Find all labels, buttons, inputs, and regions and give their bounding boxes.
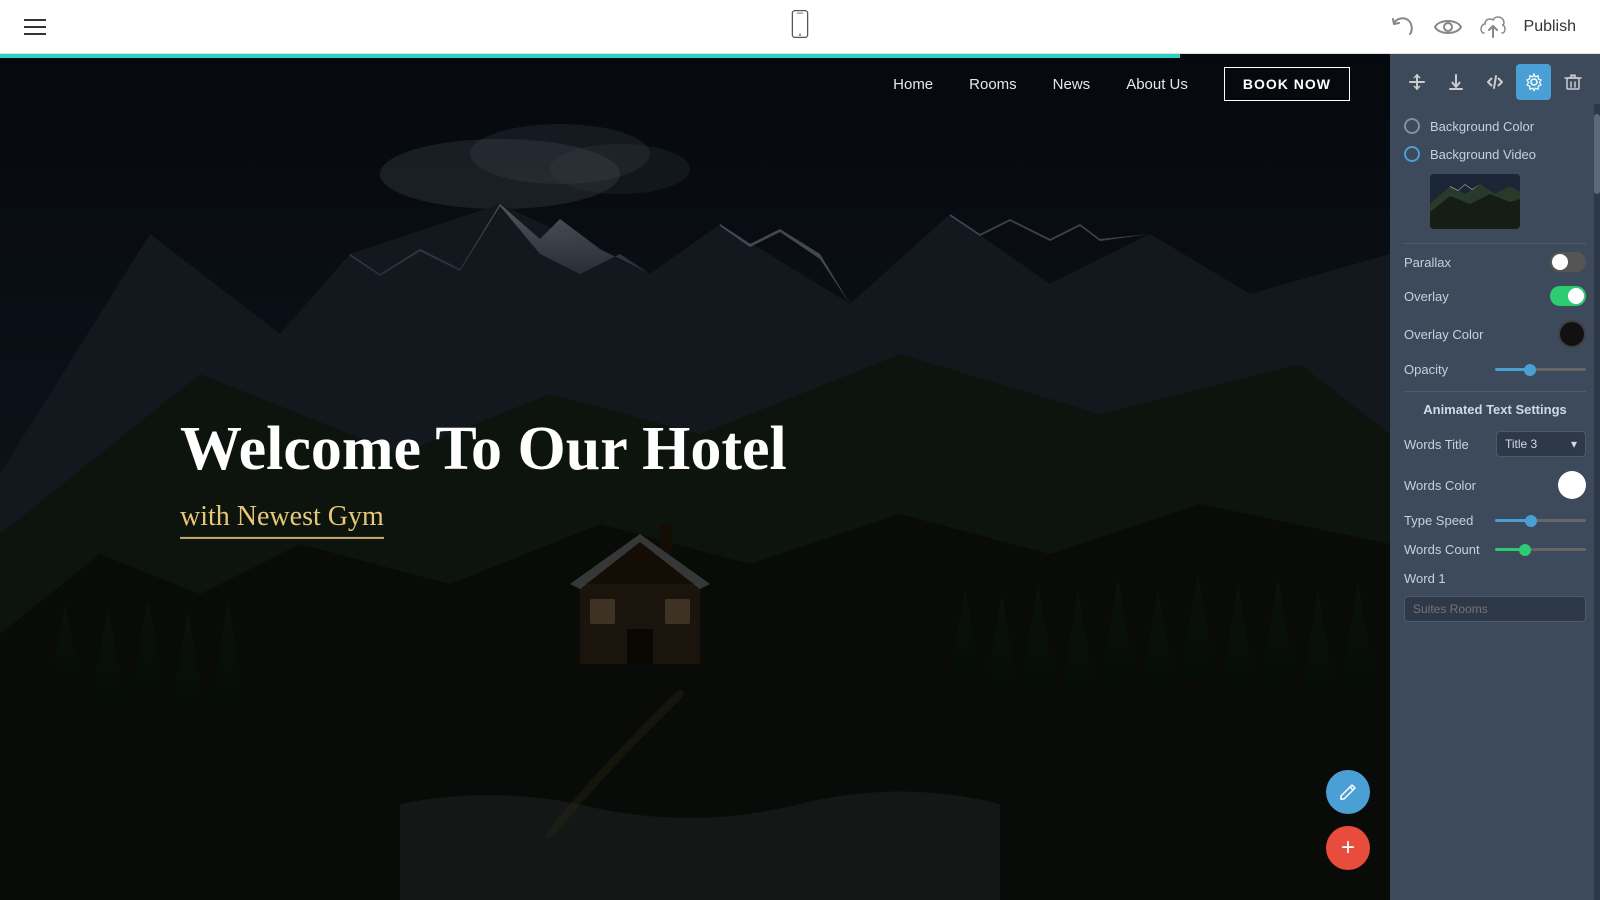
words-color-swatch[interactable]: [1558, 471, 1586, 499]
words-title-chevron: ▾: [1571, 437, 1577, 451]
move-tool-btn[interactable]: [1400, 64, 1435, 100]
word1-section: Word 1: [1404, 571, 1586, 622]
words-title-row: Words Title Title 3 ▾: [1404, 431, 1586, 457]
bg-color-row: Background Color: [1404, 118, 1586, 134]
overlay-toggle[interactable]: [1550, 286, 1586, 306]
type-speed-row: Type Speed: [1404, 513, 1586, 528]
word1-input[interactable]: [1404, 596, 1586, 622]
words-title-select[interactable]: Title 3 ▾: [1496, 431, 1586, 457]
panel-content[interactable]: Background Color Background Video: [1390, 110, 1600, 900]
add-fab-button[interactable]: +: [1326, 826, 1370, 870]
undo-icon[interactable]: [1390, 15, 1416, 39]
type-speed-slider[interactable]: [1495, 519, 1586, 522]
overlay-label: Overlay: [1404, 289, 1550, 304]
add-icon: +: [1341, 836, 1355, 860]
canvas[interactable]: Home Rooms News About Us BOOK NOW Welcom…: [0, 54, 1390, 900]
word1-label: Word 1: [1404, 571, 1586, 586]
parallax-toggle[interactable]: [1550, 252, 1586, 272]
type-speed-label: Type Speed: [1404, 513, 1495, 528]
words-color-label: Words Color: [1404, 478, 1558, 493]
delete-tool-btn[interactable]: [1555, 64, 1590, 100]
panel-scrollbar[interactable]: [1594, 104, 1600, 900]
nav-home[interactable]: Home: [893, 76, 933, 93]
teal-border: [0, 54, 1180, 58]
overlay-color-swatch[interactable]: [1558, 320, 1586, 348]
preview-icon[interactable]: [1434, 17, 1462, 37]
overlay-color-row: Overlay Color: [1404, 320, 1586, 348]
fab-container: +: [1326, 770, 1370, 870]
words-title-value: Title 3: [1505, 437, 1537, 451]
scrollbar-thumb: [1594, 114, 1600, 194]
hero-subtitle-prefix: with: [180, 501, 237, 532]
opacity-slider[interactable]: [1495, 368, 1586, 371]
parallax-row: Parallax: [1404, 252, 1586, 272]
overlay-row: Overlay: [1404, 286, 1586, 306]
divider-1: [1404, 243, 1586, 244]
opacity-row: Opacity: [1404, 362, 1586, 377]
hero-subtitle: with Newest Gym: [180, 501, 384, 539]
phone-preview-icon[interactable]: [786, 10, 814, 38]
words-count-slider[interactable]: [1495, 548, 1586, 551]
bg-video-row: Background Video: [1404, 146, 1586, 162]
topbar: Publish: [0, 0, 1600, 54]
divider-2: [1404, 391, 1586, 392]
bg-thumbnail-inner: [1430, 174, 1520, 229]
publish-label: Publish: [1524, 18, 1576, 36]
edit-fab-button[interactable]: [1326, 770, 1370, 814]
thumbnail-scene: [1430, 174, 1520, 229]
bg-video-thumbnail[interactable]: [1430, 174, 1520, 229]
animated-text-header: Animated Text Settings: [1404, 402, 1586, 417]
nav-about[interactable]: About Us: [1126, 76, 1188, 93]
pencil-icon: [1338, 782, 1358, 802]
hero-content: Welcome To Our Hotel with Newest Gym: [180, 415, 787, 539]
overlay-color-label: Overlay Color: [1404, 327, 1558, 342]
hamburger-menu[interactable]: [24, 19, 46, 35]
bg-color-label: Background Color: [1430, 119, 1586, 134]
words-color-row: Words Color: [1404, 471, 1586, 499]
nav-news[interactable]: News: [1053, 76, 1091, 93]
words-count-row: Words Count: [1404, 542, 1586, 557]
download-tool-btn[interactable]: [1439, 64, 1474, 100]
hero-subtitle-word: Newest Gym: [237, 501, 384, 532]
words-title-label: Words Title: [1404, 437, 1496, 452]
topbar-left: [24, 19, 46, 35]
panel-toolbar: [1390, 54, 1600, 110]
bg-video-radio[interactable]: [1404, 146, 1420, 162]
code-tool-btn[interactable]: [1478, 64, 1513, 100]
right-panel: Background Color Background Video: [1390, 54, 1600, 900]
hero-title: Welcome To Our Hotel: [180, 415, 787, 483]
settings-tool-btn[interactable]: [1516, 64, 1551, 100]
words-count-label: Words Count: [1404, 542, 1495, 557]
site-nav: Home Rooms News About Us BOOK NOW: [0, 54, 1390, 114]
upload-icon[interactable]: [1480, 15, 1506, 39]
bg-color-radio[interactable]: [1404, 118, 1420, 134]
topbar-right: Publish: [1390, 15, 1576, 39]
opacity-label: Opacity: [1404, 362, 1495, 377]
nav-rooms[interactable]: Rooms: [969, 76, 1017, 93]
topbar-center: [786, 10, 814, 43]
bg-video-label: Background Video: [1430, 147, 1586, 162]
book-now-button[interactable]: BOOK NOW: [1224, 67, 1350, 101]
publish-button[interactable]: Publish: [1524, 18, 1576, 36]
parallax-label: Parallax: [1404, 255, 1550, 270]
